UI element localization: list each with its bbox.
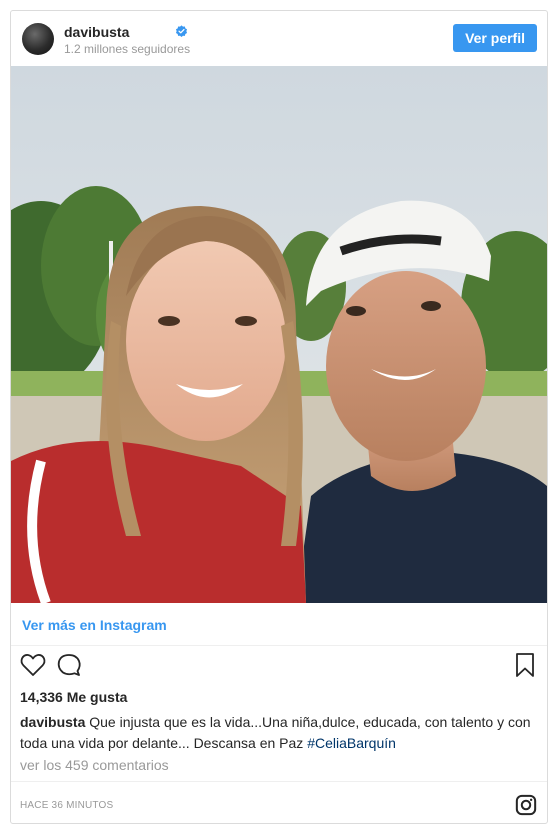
view-more-link[interactable]: Ver más en Instagram (22, 617, 167, 633)
avatar[interactable] (22, 23, 54, 55)
action-bar (11, 651, 547, 687)
caption-username[interactable]: davibusta (20, 714, 85, 730)
caption-hashtag[interactable]: #CeliaBarquín (307, 735, 396, 751)
post-footer: HACE 36 MINUTOS (11, 781, 547, 823)
caption-text: Que injusta que es la vida...Una niña,du… (20, 714, 531, 751)
followers-count: 1.2 millones seguidores (64, 42, 191, 56)
likes-count[interactable]: 14,336 Me gusta (20, 689, 127, 705)
verified-badge-icon (175, 25, 188, 37)
instagram-embed-card: davibusta 1.2 millones seguidores Ver pe… (10, 10, 548, 824)
selfie-image (11, 66, 547, 603)
view-profile-button[interactable]: Ver perfil (453, 24, 537, 52)
heart-icon[interactable] (19, 651, 47, 679)
comment-bubble-icon[interactable] (55, 651, 83, 679)
post-caption: davibusta Que injusta que es la vida...U… (20, 712, 535, 754)
post-timestamp: HACE 36 MINUTOS (20, 800, 114, 811)
username[interactable]: davibusta (64, 24, 129, 40)
bookmark-icon[interactable] (511, 651, 539, 679)
post-header: davibusta 1.2 millones seguidores Ver pe… (11, 11, 547, 67)
instagram-logo-icon[interactable] (515, 794, 537, 816)
view-comments-link[interactable]: ver los 459 comentarios (20, 757, 169, 773)
view-more-bar: Ver más en Instagram (11, 603, 547, 646)
post-photo[interactable] (11, 66, 547, 603)
